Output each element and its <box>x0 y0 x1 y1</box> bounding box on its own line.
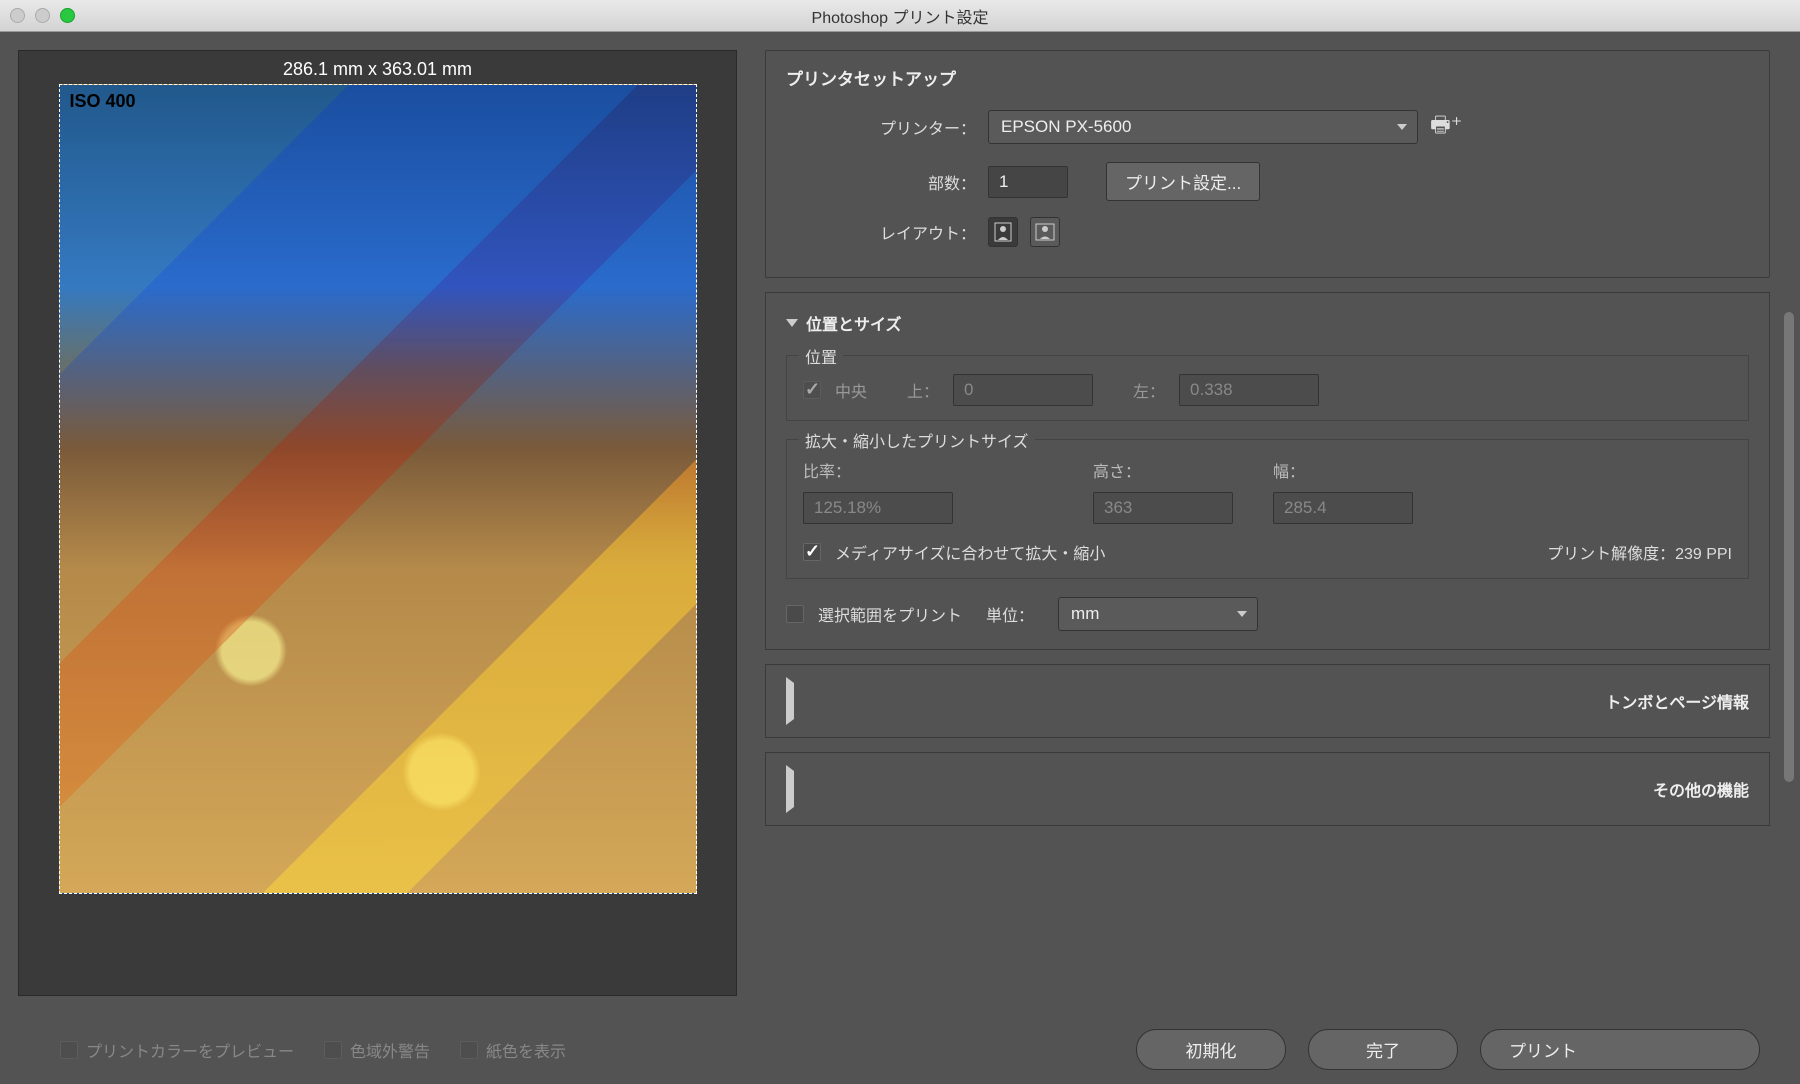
marks-header[interactable]: トンボとページ情報 <box>786 665 1749 737</box>
height-input <box>1093 492 1233 524</box>
center-label: 中央 <box>835 378 867 402</box>
ratio-label: 比率： <box>803 458 1053 482</box>
ratio-input <box>803 492 953 524</box>
chevron-right-icon <box>786 677 1597 725</box>
other-header[interactable]: その他の機能 <box>786 753 1749 825</box>
other-section: その他の機能 <box>765 752 1770 826</box>
done-button[interactable]: 完了 <box>1308 1029 1458 1070</box>
top-input <box>953 374 1093 406</box>
marks-section: トンボとページ情報 <box>765 664 1770 738</box>
fit-media-checkbox[interactable] <box>803 543 821 561</box>
printer-setup-panel: プリンタセットアップ プリンター： EPSON PX-5600 🖶⁺ 部数： プ… <box>765 50 1770 278</box>
preview-image[interactable]: ISO 400 <box>59 84 697 894</box>
height-label: 高さ： <box>1093 458 1233 482</box>
left-position-label: 左： <box>1133 378 1165 402</box>
chevron-down-icon <box>786 319 798 327</box>
layout-portrait-icon[interactable] <box>988 217 1018 247</box>
position-fieldset: 位置 中央 上： 左： <box>786 355 1749 421</box>
position-size-header[interactable]: 位置とサイズ <box>786 299 1749 347</box>
reset-button[interactable]: 初期化 <box>1136 1029 1286 1070</box>
fit-media-label: メディアサイズに合わせて拡大・縮小 <box>835 540 1105 564</box>
printer-label: プリンター： <box>786 115 976 139</box>
preview-dimensions: 286.1 mm x 363.01 mm <box>283 59 472 80</box>
top-label: 上： <box>907 378 939 402</box>
copies-label: 部数： <box>786 170 976 194</box>
add-printer-icon[interactable]: 🖶⁺ <box>1430 108 1462 146</box>
center-checkbox <box>803 381 821 399</box>
print-selection-label: 選択範囲をプリント <box>818 602 962 626</box>
titlebar: Photoshop プリント設定 <box>0 0 1800 32</box>
copies-input[interactable] <box>988 166 1068 198</box>
window-title: Photoshop プリント設定 <box>0 4 1800 28</box>
units-label: 単位： <box>986 602 1034 626</box>
width-input <box>1273 492 1413 524</box>
print-settings-button[interactable]: プリント設定... <box>1106 162 1260 201</box>
printer-select[interactable]: EPSON PX-5600 <box>988 110 1418 144</box>
left-input <box>1179 374 1319 406</box>
position-legend: 位置 <box>799 344 843 368</box>
layout-landscape-icon[interactable] <box>1030 217 1060 247</box>
chevron-right-icon <box>786 765 1645 813</box>
units-select[interactable]: mm <box>1058 597 1258 631</box>
print-button[interactable]: プリント <box>1480 1029 1760 1070</box>
print-selection-checkbox[interactable] <box>786 605 804 623</box>
scale-legend: 拡大・縮小したプリントサイズ <box>799 428 1035 452</box>
footer: 初期化 完了 プリント <box>0 1014 1800 1084</box>
print-resolution-label: プリント解像度：239 PPI <box>1547 540 1732 564</box>
layout-label: レイアウト： <box>786 220 976 244</box>
scale-fieldset: 拡大・縮小したプリントサイズ 比率： 高さ： 幅： <box>786 439 1749 579</box>
printer-setup-heading: プリンタセットアップ <box>786 65 1749 90</box>
scrollbar[interactable] <box>1784 312 1794 782</box>
iso-label: ISO 400 <box>70 91 136 112</box>
print-preview: 286.1 mm x 363.01 mm ISO 400 <box>18 50 737 996</box>
position-size-section: 位置とサイズ 位置 中央 上： 左： <box>765 292 1770 650</box>
width-label: 幅： <box>1273 458 1413 482</box>
